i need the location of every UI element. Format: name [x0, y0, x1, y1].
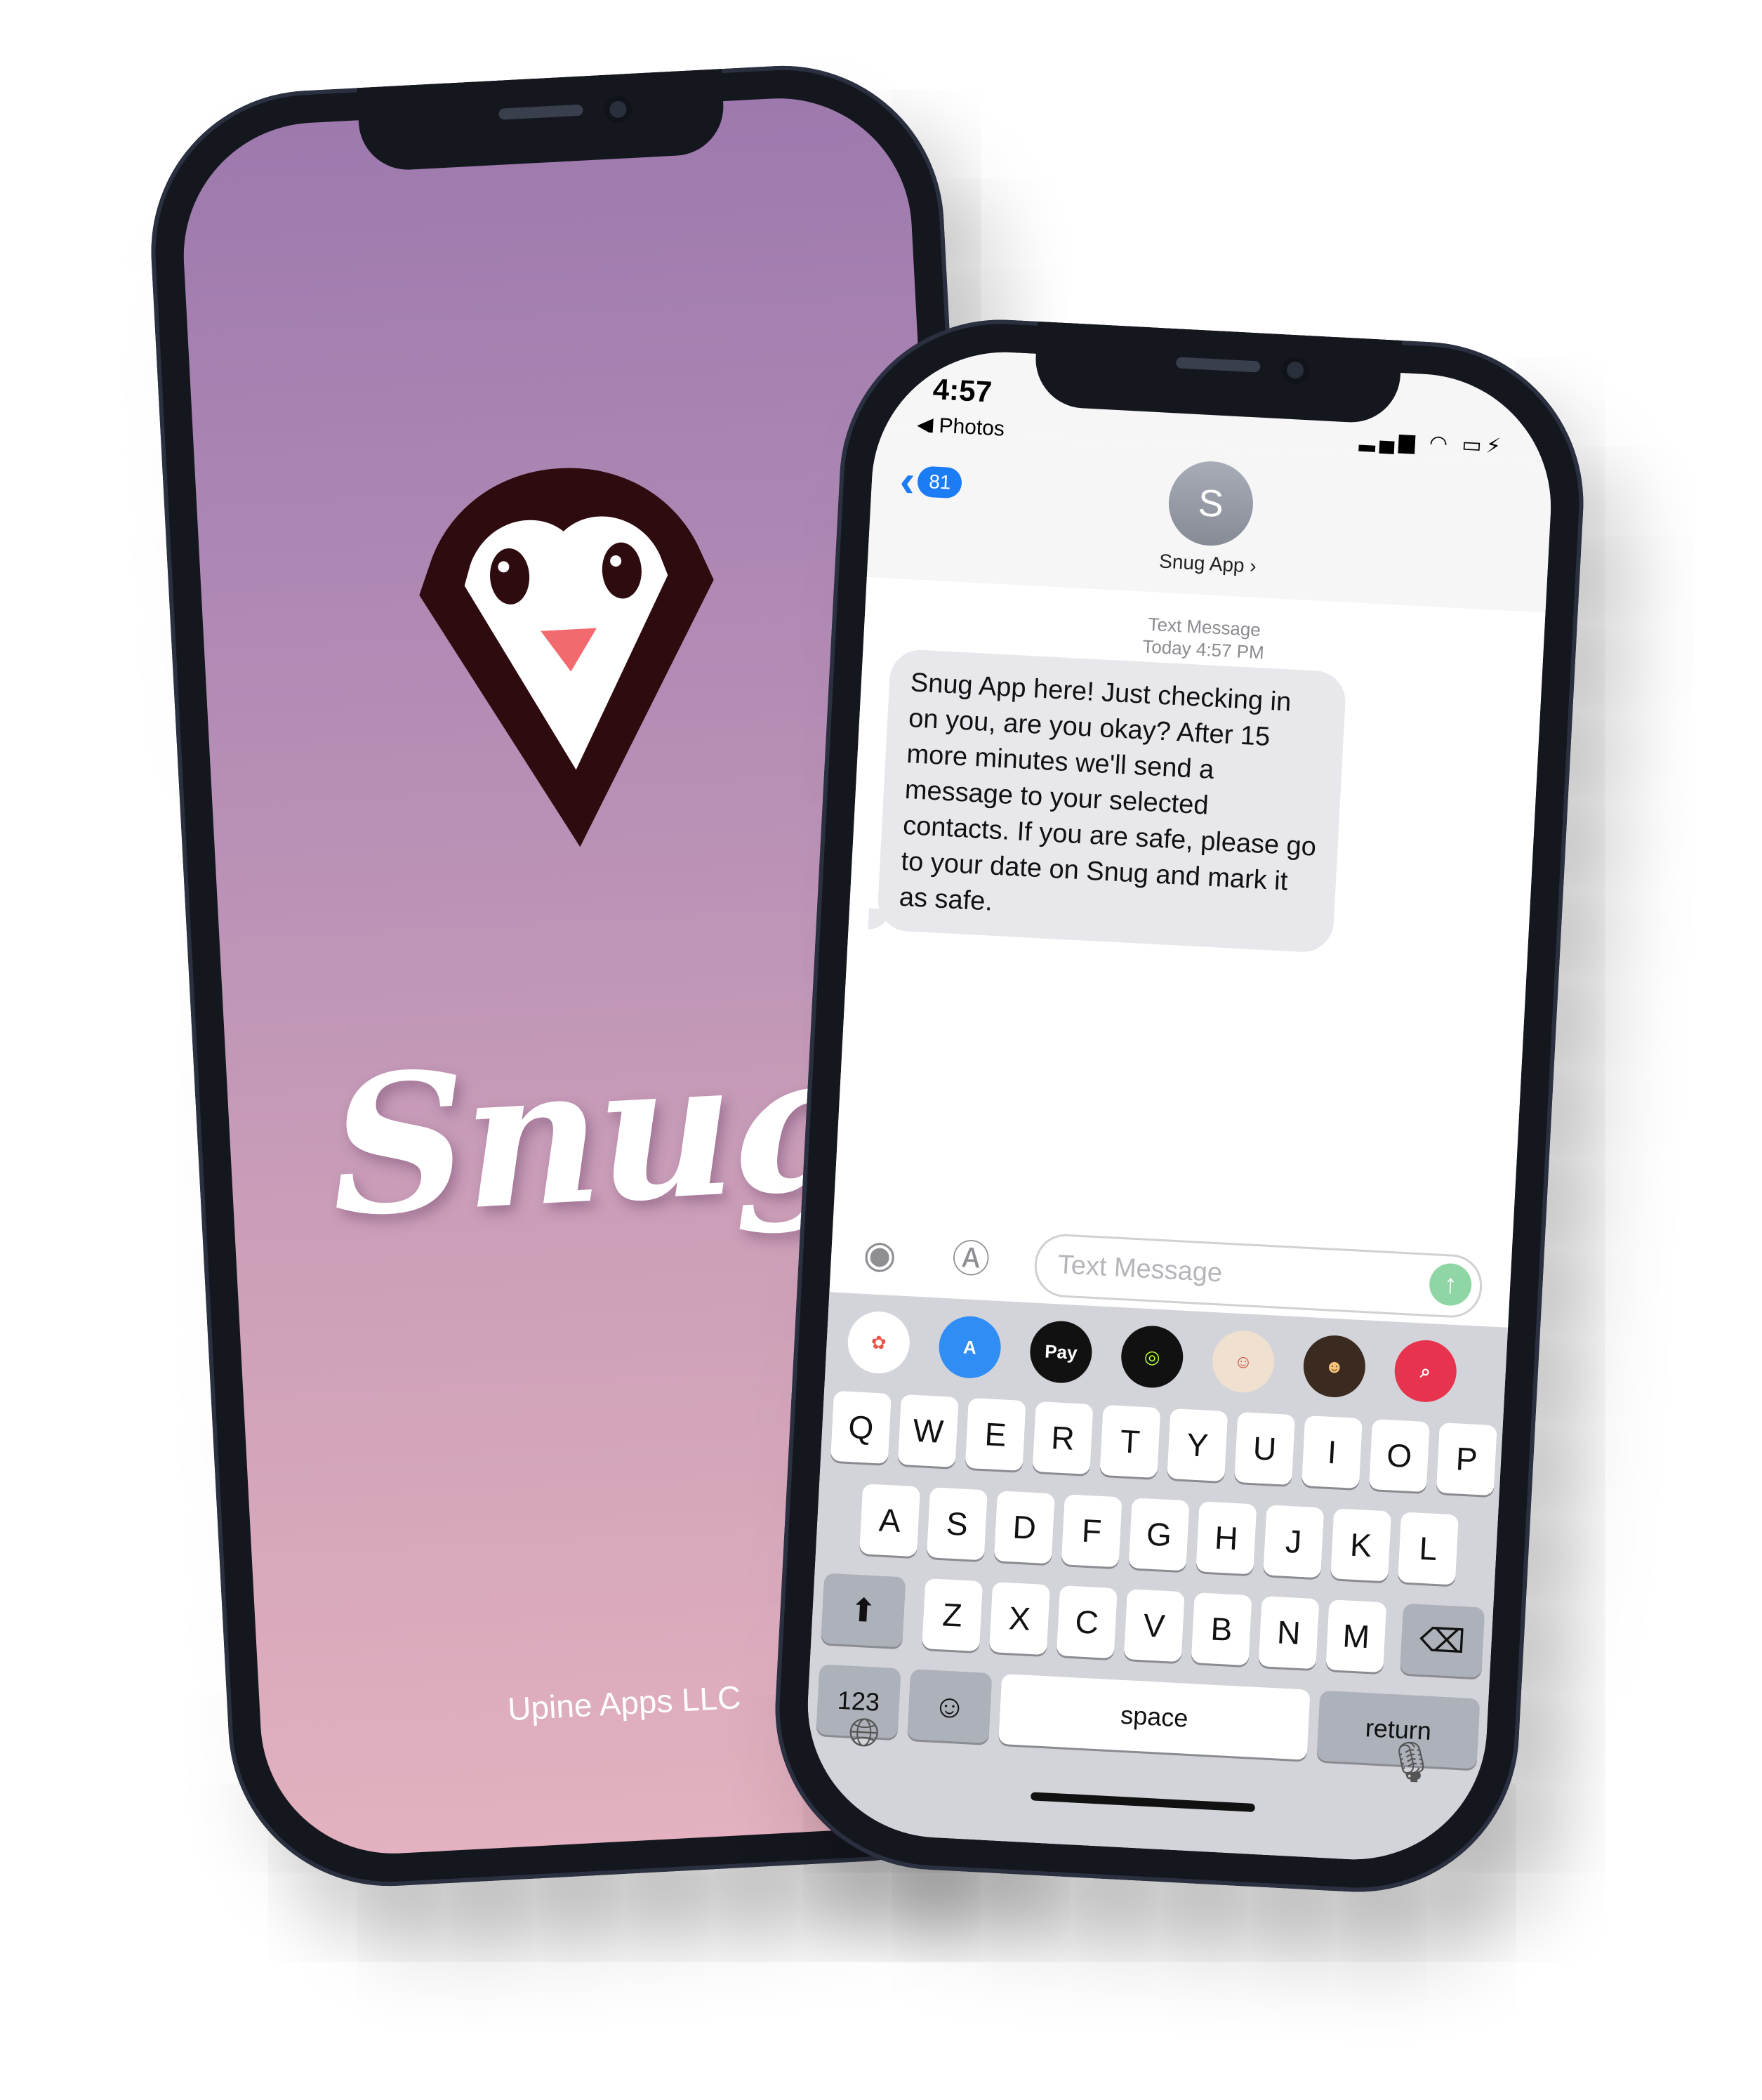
emoji-icon: ☺	[932, 1686, 967, 1726]
key-v[interactable]: V	[1123, 1589, 1185, 1663]
message-placeholder: Text Message	[1056, 1250, 1224, 1288]
key-c[interactable]: C	[1056, 1585, 1118, 1659]
shift-icon: ⬆	[849, 1591, 878, 1630]
incoming-message-bubble[interactable]: Snug App here! Just checking in on you, …	[876, 648, 1347, 954]
wifi-icon: ◠	[1429, 431, 1452, 456]
globe-icon[interactable]: 🌐︎	[847, 1709, 881, 1757]
keyboard-row-3: ⬆ Z X C V B N M ⌫	[811, 1573, 1493, 1686]
key-x[interactable]: X	[988, 1582, 1051, 1656]
key-b[interactable]: B	[1191, 1592, 1252, 1666]
image-search-icon[interactable]: ⌕	[1393, 1338, 1458, 1404]
activity-icon[interactable]: ◎	[1119, 1324, 1185, 1389]
backspace-icon: ⌫	[1418, 1620, 1466, 1660]
memoji-stickers-icon[interactable]: ☺	[1210, 1329, 1276, 1394]
back-button[interactable]: ‹ 81	[899, 455, 963, 507]
status-time: 4:57	[932, 372, 993, 409]
key-k[interactable]: K	[1330, 1508, 1392, 1582]
key-e[interactable]: E	[965, 1397, 1026, 1472]
keyboard-row-1: Q W E R T Y U I O P	[820, 1390, 1502, 1503]
penguin-heart-logo	[419, 468, 714, 847]
microphone-icon[interactable]: 🎙︎	[1385, 1738, 1437, 1787]
keyboard: ✿ A Pay ◎ ☺ ☻ ⌕ Q W E R T Y U I O P A S …	[801, 1292, 1509, 1866]
home-indicator[interactable]	[1030, 1792, 1256, 1813]
unread-badge: 81	[917, 465, 963, 499]
key-u[interactable]: U	[1234, 1411, 1296, 1486]
send-arrow-icon[interactable]: ↑	[1428, 1262, 1473, 1307]
chevron-left-icon: ‹	[899, 455, 917, 507]
contact-avatar[interactable]: S	[1166, 459, 1256, 548]
key-l[interactable]: L	[1397, 1512, 1459, 1585]
app-store-icon[interactable]: Ⓐ	[942, 1231, 1000, 1288]
key-i[interactable]: I	[1301, 1415, 1363, 1489]
key-q[interactable]: Q	[830, 1390, 892, 1464]
emoji-key[interactable]: ☺	[907, 1669, 993, 1744]
key-h[interactable]: H	[1195, 1501, 1257, 1575]
keyboard-row-2: A S D F G H J K L	[816, 1481, 1498, 1594]
battery-charging-icon: ▭⚡	[1461, 432, 1506, 458]
key-z[interactable]: Z	[922, 1578, 983, 1652]
key-s[interactable]: S	[926, 1487, 988, 1561]
key-o[interactable]: O	[1368, 1419, 1430, 1493]
key-r[interactable]: R	[1032, 1401, 1094, 1475]
key-d[interactable]: D	[993, 1491, 1055, 1564]
key-p[interactable]: P	[1436, 1422, 1497, 1496]
message-thread: Text Message Today 4:57 PM Snug App here…	[833, 576, 1546, 1244]
photos-icon[interactable]: ✿	[846, 1309, 912, 1375]
phone-right: 4:57 ◀ Photos ▂▄▆ ◠ ▭⚡ ‹ 81 S Snug App ›…	[767, 311, 1592, 1901]
key-t[interactable]: T	[1099, 1404, 1161, 1479]
animoji-icon[interactable]: ☻	[1301, 1333, 1367, 1399]
apple-pay-icon[interactable]: Pay	[1028, 1319, 1094, 1385]
camera-icon[interactable]: ◉	[851, 1226, 908, 1283]
key-w[interactable]: W	[897, 1394, 959, 1467]
key-a[interactable]: A	[859, 1484, 921, 1557]
app-store-icon[interactable]: A	[937, 1314, 1002, 1380]
key-y[interactable]: Y	[1167, 1408, 1228, 1482]
messages-screen: 4:57 ◀ Photos ▂▄▆ ◠ ▭⚡ ‹ 81 S Snug App ›…	[801, 345, 1558, 1866]
shift-key[interactable]: ⬆	[821, 1573, 906, 1648]
space-key[interactable]: space	[998, 1673, 1311, 1760]
key-j[interactable]: J	[1263, 1505, 1325, 1578]
key-m[interactable]: M	[1325, 1599, 1387, 1673]
key-f[interactable]: F	[1061, 1494, 1122, 1568]
key-g[interactable]: G	[1128, 1498, 1190, 1571]
key-n[interactable]: N	[1258, 1596, 1320, 1670]
signal-icon: ▂▄▆	[1358, 428, 1420, 454]
delete-key[interactable]: ⌫	[1400, 1603, 1485, 1678]
